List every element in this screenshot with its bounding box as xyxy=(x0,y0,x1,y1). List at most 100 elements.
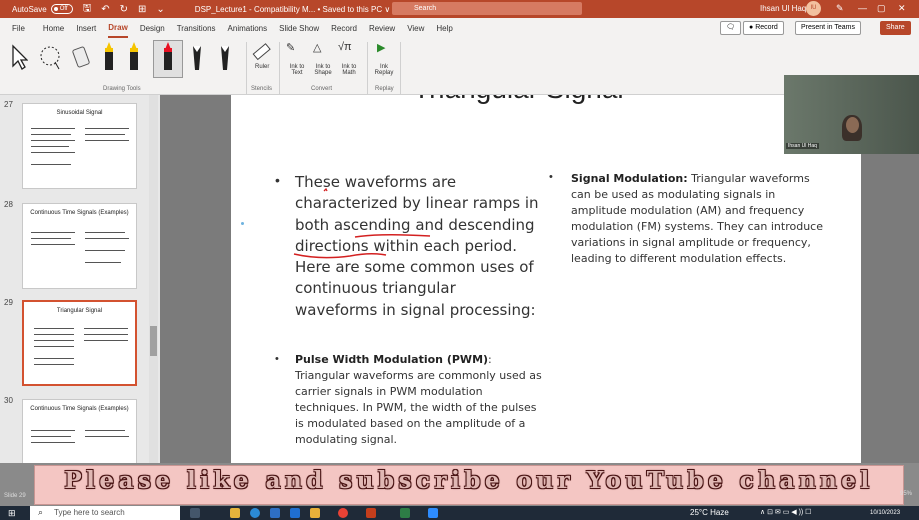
slide-title[interactable]: Triangular Signal xyxy=(413,95,624,105)
teams-label: Present in Teams xyxy=(801,24,855,31)
save-icon[interactable]: 🖫 xyxy=(83,1,92,18)
bullet-dot: • xyxy=(549,171,553,183)
edge-icon[interactable] xyxy=(250,508,260,518)
tab-file[interactable]: File xyxy=(12,20,25,37)
eraser-icon[interactable] xyxy=(70,44,92,72)
text-cursor-marker xyxy=(241,222,244,225)
pen-yellow-2-icon[interactable] xyxy=(127,42,141,72)
close-icon[interactable]: ✕ xyxy=(898,3,906,14)
ink-replay-button[interactable]: ▶ xyxy=(377,41,385,54)
explorer-icon[interactable] xyxy=(230,508,240,518)
folder-icon[interactable] xyxy=(310,508,320,518)
thumbnail-scroll-thumb[interactable] xyxy=(150,326,157,356)
thumb-number: 29 xyxy=(4,298,13,307)
thumb-title: Sinusoidal Signal xyxy=(56,110,103,116)
thumb-text xyxy=(31,140,75,141)
comments-button[interactable]: 🗨 xyxy=(720,21,741,35)
powerpoint-icon[interactable] xyxy=(366,508,376,518)
tab-review[interactable]: Review xyxy=(369,20,395,37)
thumb-text xyxy=(85,436,129,437)
store-icon[interactable] xyxy=(270,508,280,518)
subscribe-banner-text: Please like and subscribe our YouTube ch… xyxy=(64,467,874,494)
minimize-icon[interactable]: — xyxy=(858,3,867,13)
tab-view[interactable]: View xyxy=(407,20,424,37)
app-icon[interactable] xyxy=(400,508,410,518)
document-title[interactable]: DSP_Lecture1 - Compatibility M... • Save… xyxy=(195,5,390,14)
tab-design[interactable]: Design xyxy=(140,20,165,37)
tab-record[interactable]: Record xyxy=(331,20,357,37)
record-label: Record xyxy=(755,24,778,31)
slide-thumbnail-29[interactable]: Triangular Signal xyxy=(22,300,137,386)
undo-icon[interactable]: ↶ xyxy=(101,4,109,15)
thumb-text xyxy=(34,340,74,341)
pwm-heading: Pulse Width Modulation (PWM) xyxy=(295,353,489,366)
tab-insert[interactable]: Insert xyxy=(76,20,96,37)
system-tray-icons[interactable]: ∧ ⊡ ✉ ▭ ◀ )) ☐ xyxy=(760,508,811,516)
taskbar-search-input[interactable]: Type here to search xyxy=(30,506,180,520)
tab-draw[interactable]: Draw xyxy=(108,19,128,38)
user-name[interactable]: Ihsan Ul Haq xyxy=(760,4,806,13)
restore-icon[interactable]: ▢ xyxy=(877,3,886,14)
tab-help[interactable]: Help xyxy=(436,20,452,37)
tab-animations[interactable]: Animations xyxy=(228,20,268,37)
thumb-text xyxy=(34,364,74,365)
pen-black-2-icon[interactable] xyxy=(218,42,232,72)
pwm-bullet[interactable]: Pulse Width Modulation (PWM): Triangular… xyxy=(295,352,545,448)
bullet-dot: • xyxy=(275,353,279,365)
windows-start-icon[interactable]: ⊞ xyxy=(8,508,16,519)
ink-replay-label: Ink Replay xyxy=(374,64,394,76)
customize-icon[interactable]: ⌄ xyxy=(156,4,164,15)
zoom-app-icon[interactable] xyxy=(428,508,438,518)
thumb-text xyxy=(85,232,125,233)
thumbnail-scrollbar[interactable] xyxy=(149,95,158,487)
slide-thumbnail-27[interactable]: Sinusoidal Signal xyxy=(22,103,137,189)
present-in-teams-button[interactable]: Present in Teams xyxy=(795,21,861,35)
lasso-select-icon[interactable] xyxy=(37,44,63,70)
group-stencils: Stencils xyxy=(251,86,273,92)
avatar[interactable]: IU xyxy=(806,1,821,16)
powerpoint-window: AutoSave Off 🖫 ↶ ↻ ⊞ ⌄ DSP_Lecture1 - Co… xyxy=(0,0,919,520)
chrome-icon[interactable] xyxy=(338,508,348,518)
thumb-text xyxy=(84,340,128,341)
signal-modulation-bullet[interactable]: Signal Modulation: Triangular waveforms … xyxy=(571,171,829,267)
taskbar-clock[interactable]: 10/10/2023 xyxy=(870,510,900,517)
pen-black-icon[interactable] xyxy=(190,42,204,72)
webcam-overlay: Ihsan Ul Haq xyxy=(784,75,919,154)
record-button[interactable]: ● Record xyxy=(743,21,784,35)
pwm-text: : Triangular waveforms are commonly used… xyxy=(295,353,542,446)
thumb-text xyxy=(85,250,125,251)
separator xyxy=(367,42,368,94)
ink-to-shape-button[interactable]: △ xyxy=(313,41,321,54)
share-button[interactable]: Share xyxy=(880,21,911,35)
webcam-label: Ihsan Ul Haq xyxy=(786,143,819,149)
weather-widget[interactable]: 25°C Haze xyxy=(690,508,729,517)
windows-taskbar: ⊞ Type here to search ⌕ 25°C Haze ∧ ⊡ ✉ … xyxy=(0,506,919,520)
thumb-text xyxy=(31,152,75,153)
mail-icon[interactable] xyxy=(290,508,300,518)
zoom-level[interactable]: 95% xyxy=(900,491,912,497)
redo-icon[interactable]: ↻ xyxy=(120,4,128,15)
task-view-icon[interactable] xyxy=(190,508,200,518)
taskbar-search-icon: ⌕ xyxy=(38,507,44,517)
thumb-text xyxy=(85,262,121,263)
search-input[interactable]: Search xyxy=(392,2,582,15)
thumb-text xyxy=(31,128,75,129)
present-icon[interactable]: ⊞ xyxy=(138,4,146,15)
thumb-text xyxy=(85,128,129,129)
thumb-text xyxy=(31,442,75,443)
tab-home[interactable]: Home xyxy=(43,20,64,37)
ink-to-text-button[interactable]: ✎ xyxy=(286,41,295,54)
select-arrow-icon[interactable] xyxy=(10,44,28,70)
pen-yellow-icon[interactable] xyxy=(102,42,116,72)
ruler-icon[interactable] xyxy=(252,42,272,62)
pen-icon[interactable]: ✎ xyxy=(836,3,844,14)
ink-to-math-button[interactable]: √π xyxy=(338,41,352,53)
pen-red-icon[interactable] xyxy=(161,42,175,72)
autosave-toggle[interactable]: Off xyxy=(50,4,73,14)
tab-slide-show[interactable]: Slide Show xyxy=(279,20,319,37)
tab-transitions[interactable]: Transitions xyxy=(177,20,216,37)
ribbon: Drawing Tools Ruler Stencils ✎ Ink to Te… xyxy=(0,38,919,95)
thumb-text xyxy=(34,334,74,335)
slide-thumbnail-28[interactable]: Continuous Time Signals (Examples) xyxy=(22,203,137,289)
thumb-number: 28 xyxy=(4,200,13,209)
